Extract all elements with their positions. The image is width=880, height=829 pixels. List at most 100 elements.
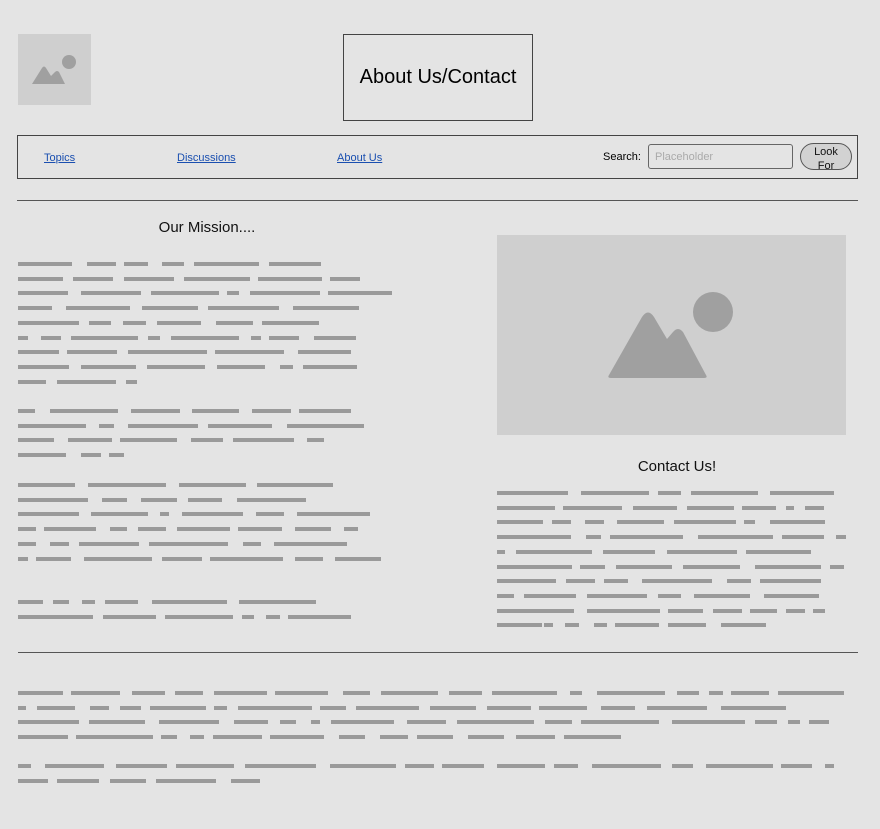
placeholder-text-bar xyxy=(216,320,253,325)
placeholder-text-bar xyxy=(677,691,699,695)
placeholder-text-bar xyxy=(809,720,829,725)
placeholder-text-bar xyxy=(287,423,364,428)
placeholder-text-bar xyxy=(405,764,434,768)
placeholder-text-bar xyxy=(150,705,206,710)
placeholder-text-bar xyxy=(128,350,207,355)
nav-link-discussions[interactable]: Discussions xyxy=(177,152,236,164)
placeholder-text-bar xyxy=(468,735,504,740)
placeholder-text-bar xyxy=(81,364,136,369)
placeholder-text-bar xyxy=(131,409,180,413)
placeholder-text-bar xyxy=(57,379,116,384)
placeholder-text-bar xyxy=(610,535,683,540)
placeholder-text-bar xyxy=(760,579,821,584)
placeholder-text-bar xyxy=(208,423,272,428)
placeholder-text-bar xyxy=(709,691,723,695)
placeholder-text-bar xyxy=(141,497,177,502)
placeholder-text-bar xyxy=(18,306,52,311)
placeholder-text-bar xyxy=(335,556,381,561)
placeholder-text-bar xyxy=(457,720,534,725)
placeholder-text-bar xyxy=(299,409,351,413)
placeholder-text-bar xyxy=(213,735,262,740)
placeholder-text-bar xyxy=(176,764,234,768)
placeholder-text-bar xyxy=(233,438,294,443)
look-for-button[interactable]: Look For xyxy=(800,143,852,170)
placeholder-text-bar xyxy=(84,556,152,561)
placeholder-text-bar xyxy=(746,549,811,554)
placeholder-text-bar xyxy=(295,556,323,561)
page-title: About Us/Contact xyxy=(359,66,517,88)
placeholder-text-bar xyxy=(148,335,160,340)
placeholder-text-bar xyxy=(210,556,283,561)
placeholder-text-bar xyxy=(190,735,204,740)
placeholder-text-bar xyxy=(592,764,661,768)
nav-link-topics[interactable]: Topics xyxy=(44,152,75,164)
placeholder-text-bar xyxy=(778,691,844,695)
placeholder-text-bar xyxy=(805,505,824,510)
placeholder-text-bar xyxy=(162,262,184,266)
placeholder-text-bar xyxy=(642,579,712,584)
placeholder-text-bar xyxy=(103,614,156,619)
placeholder-text-bar xyxy=(303,364,357,369)
placeholder-text-bar xyxy=(18,262,72,266)
placeholder-text-bar xyxy=(564,735,621,740)
placeholder-text-bar xyxy=(668,608,703,613)
placeholder-text-bar xyxy=(544,623,553,628)
placeholder-text-bar xyxy=(731,691,769,695)
placeholder-text-bar xyxy=(442,764,484,768)
placeholder-text-bar xyxy=(687,505,734,510)
placeholder-text-bar xyxy=(18,527,36,532)
nav-link-about-us[interactable]: About Us xyxy=(337,152,382,164)
placeholder-text-bar xyxy=(99,423,114,428)
placeholder-text-bar xyxy=(311,720,320,725)
placeholder-text-bar xyxy=(53,600,69,604)
placeholder-text-bar xyxy=(102,497,127,502)
placeholder-text-bar xyxy=(165,614,233,619)
placeholder-text-bar xyxy=(534,623,542,627)
placeholder-text-bar xyxy=(330,764,396,768)
search-input[interactable] xyxy=(648,144,793,169)
placeholder-text-bar xyxy=(668,623,706,628)
placeholder-text-bar xyxy=(91,512,148,517)
placeholder-text-bar xyxy=(81,453,101,458)
placeholder-text-bar xyxy=(691,491,758,495)
placeholder-text-bar xyxy=(339,735,365,740)
placeholder-text-bar xyxy=(288,614,351,619)
placeholder-text-bar xyxy=(18,541,36,546)
placeholder-text-bar xyxy=(633,505,677,510)
placeholder-text-bar xyxy=(647,705,707,710)
placeholder-text-bar xyxy=(497,520,543,525)
placeholder-text-bar xyxy=(184,276,250,281)
placeholder-text-bar xyxy=(497,549,505,554)
placeholder-text-bar xyxy=(162,556,202,561)
placeholder-text-bar xyxy=(566,579,595,584)
placeholder-text-bar xyxy=(177,527,230,532)
placeholder-text-bar xyxy=(250,291,320,296)
placeholder-text-bar xyxy=(215,350,284,355)
placeholder-text-bar xyxy=(587,608,660,613)
placeholder-text-bar xyxy=(251,335,261,340)
placeholder-text-bar xyxy=(417,735,453,740)
placeholder-text-bar xyxy=(770,520,825,525)
placeholder-text-bar xyxy=(214,705,227,710)
placeholder-text-bar xyxy=(18,735,68,740)
placeholder-text-bar xyxy=(18,512,79,517)
placeholder-text-bar xyxy=(721,705,786,710)
placeholder-text-bar xyxy=(770,491,834,495)
logo-image-placeholder xyxy=(18,34,91,105)
placeholder-text-bar xyxy=(788,720,800,725)
contact-image-placeholder xyxy=(497,235,846,435)
placeholder-text-bar xyxy=(120,438,177,443)
placeholder-text-bar xyxy=(18,705,26,710)
placeholder-text-bar xyxy=(563,505,622,510)
divider-bottom xyxy=(18,652,858,653)
placeholder-text-bar xyxy=(554,764,578,768)
placeholder-text-bar xyxy=(191,438,223,443)
placeholder-text-bar xyxy=(257,483,333,487)
placeholder-text-bar xyxy=(161,735,177,740)
placeholder-text-bar xyxy=(825,764,834,768)
placeholder-text-bar xyxy=(706,764,773,768)
placeholder-text-bar xyxy=(381,691,438,695)
placeholder-text-bar xyxy=(82,600,95,604)
placeholder-text-bar xyxy=(37,705,75,710)
placeholder-text-bar xyxy=(298,350,351,355)
